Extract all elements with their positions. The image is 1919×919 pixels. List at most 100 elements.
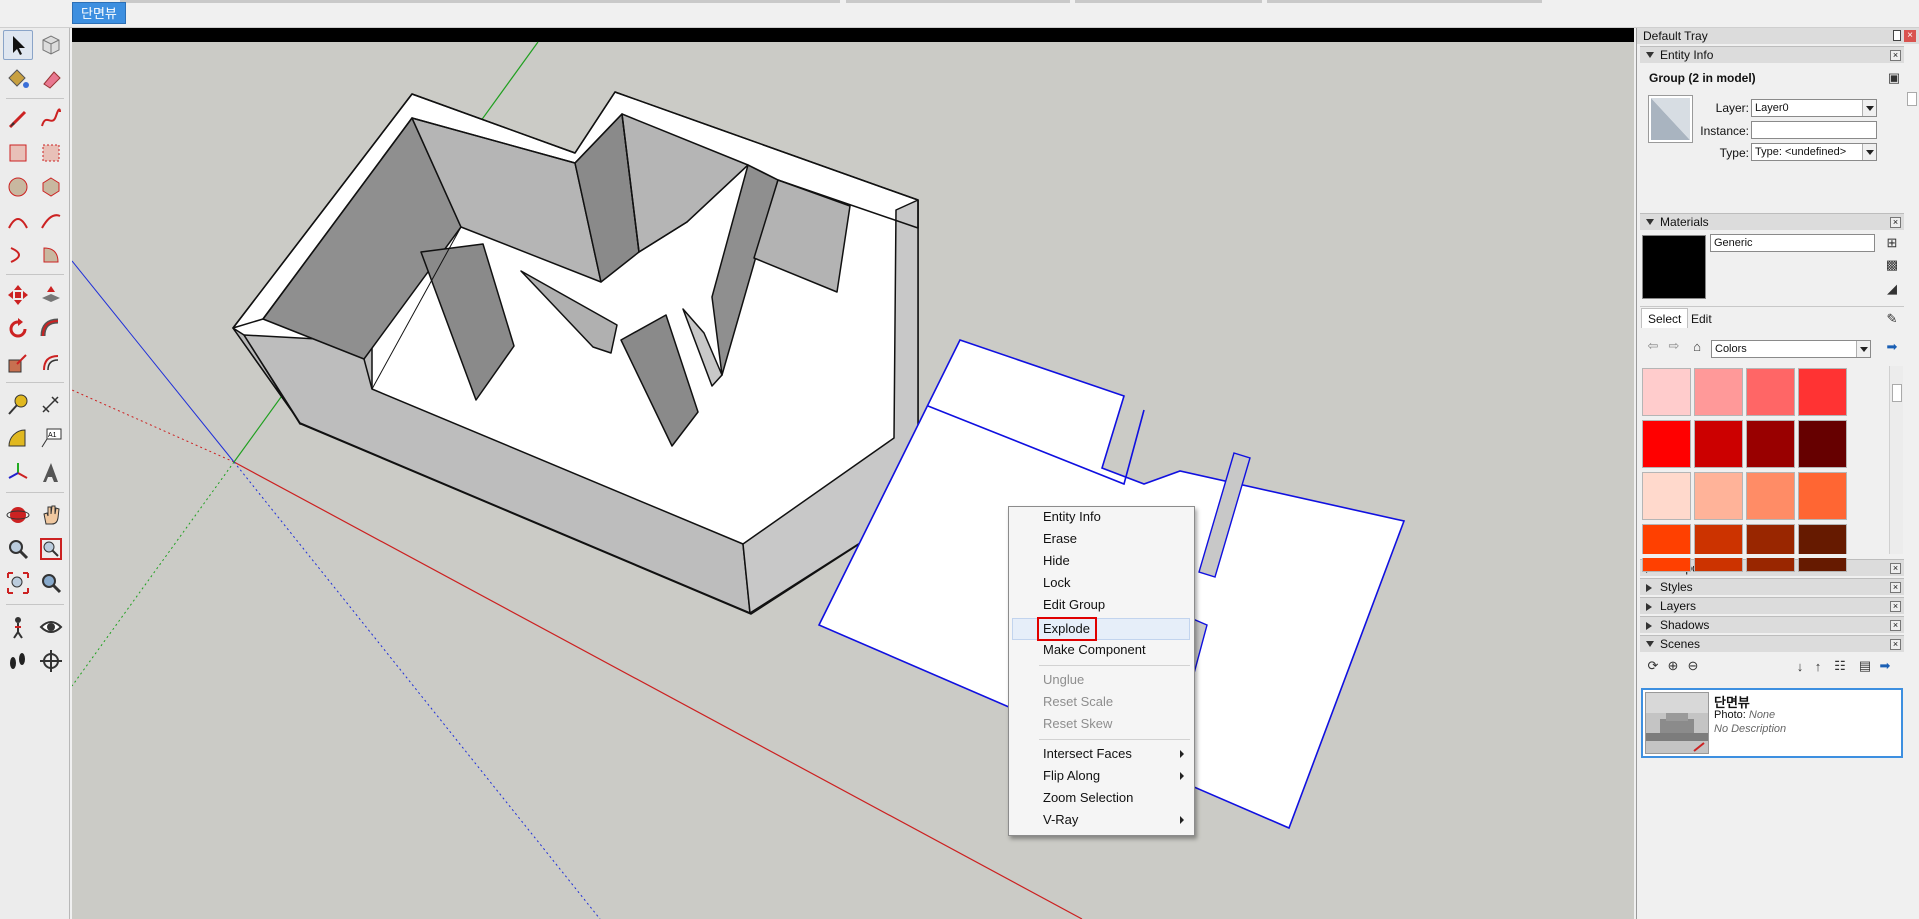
color-swatch[interactable] xyxy=(1798,420,1847,468)
panel-close-icon[interactable]: × xyxy=(1890,639,1901,650)
details-arrow-icon[interactable]: ➡ xyxy=(1877,658,1893,674)
previous-view-tool[interactable] xyxy=(36,568,66,598)
dimension-tool[interactable] xyxy=(36,390,66,420)
instance-input[interactable] xyxy=(1751,121,1877,139)
offset-tool[interactable] xyxy=(36,348,66,378)
type-select[interactable]: Type: <undefined> xyxy=(1751,143,1877,161)
follow-me-tool[interactable] xyxy=(36,314,66,344)
color-swatch[interactable] xyxy=(1746,524,1795,572)
text-tool[interactable]: A1 xyxy=(36,424,66,454)
three-d-text-tool[interactable] xyxy=(36,458,66,488)
rotated-rectangle-tool[interactable] xyxy=(36,138,66,168)
section-plane-tool[interactable] xyxy=(36,646,66,676)
view-options-icon[interactable]: ☷ xyxy=(1832,658,1848,674)
room-group-3d[interactable] xyxy=(232,91,919,615)
move-tool[interactable] xyxy=(3,280,33,310)
library-select[interactable]: Colors xyxy=(1711,340,1871,358)
home-icon[interactable]: ⌂ xyxy=(1689,338,1705,354)
color-swatch[interactable] xyxy=(1746,420,1795,468)
materials-header[interactable]: Materials × xyxy=(1640,213,1904,230)
scale-tool[interactable] xyxy=(3,348,33,378)
scrollbar-thumb[interactable] xyxy=(1907,92,1917,106)
look-around-tool[interactable] xyxy=(36,612,66,642)
rectangle-tool[interactable] xyxy=(3,138,33,168)
two-point-arc-tool[interactable] xyxy=(36,206,66,236)
eraser-tool[interactable] xyxy=(36,64,66,94)
move-scene-up-icon[interactable]: ↑ xyxy=(1810,658,1826,674)
swatch-scrollbar[interactable] xyxy=(1889,366,1903,554)
material-name-input[interactable]: Generic xyxy=(1710,234,1875,252)
panel-close-icon[interactable]: × xyxy=(1890,601,1901,612)
color-swatch[interactable] xyxy=(1642,420,1691,468)
refresh-scene-icon[interactable]: ⟳ xyxy=(1645,658,1661,674)
layer-select[interactable]: Layer0 xyxy=(1751,99,1877,117)
panel-close-icon[interactable]: × xyxy=(1890,620,1901,631)
menu-item-vray[interactable]: V-Ray xyxy=(1043,810,1078,830)
line-tool[interactable] xyxy=(3,104,33,134)
zoom-tool[interactable] xyxy=(3,534,33,564)
menu-item-lock[interactable]: Lock xyxy=(1043,573,1070,593)
paint-bucket-tool[interactable] xyxy=(3,64,33,94)
pin-icon[interactable] xyxy=(1893,30,1901,41)
back-arrow-icon[interactable]: ⇦ xyxy=(1645,338,1661,354)
panel-close-icon[interactable]: × xyxy=(1890,217,1901,228)
arc-tool[interactable] xyxy=(3,206,33,236)
tray-scrollbar[interactable] xyxy=(1905,62,1919,162)
color-swatch[interactable] xyxy=(1642,472,1691,520)
color-swatch[interactable] xyxy=(1798,472,1847,520)
menu-item-zoom-selection[interactable]: Zoom Selection xyxy=(1043,788,1133,808)
forward-arrow-icon[interactable]: ⇨ xyxy=(1666,338,1682,354)
tab-select[interactable]: Select xyxy=(1641,308,1689,328)
pie-tool[interactable] xyxy=(36,240,66,270)
add-scene-icon[interactable]: ⊕ xyxy=(1665,658,1681,674)
close-icon[interactable]: × xyxy=(1904,30,1916,42)
zoom-window-tool[interactable] xyxy=(36,534,66,564)
default-material-icon[interactable]: ◢ xyxy=(1884,281,1900,297)
layers-header[interactable]: Layers × xyxy=(1640,597,1904,614)
panel-close-icon[interactable]: × xyxy=(1890,563,1901,574)
polygon-tool[interactable] xyxy=(36,172,66,202)
scene-tab[interactable]: 단면뷰 xyxy=(72,2,126,24)
show-thumbnails-icon[interactable]: ▤ xyxy=(1857,658,1873,674)
color-swatch[interactable] xyxy=(1694,472,1743,520)
scene-item[interactable]: 단면뷰 Photo: None No Description xyxy=(1641,688,1903,758)
axes-tool[interactable] xyxy=(3,458,33,488)
modeling-viewport[interactable]: Entity Info Erase Hide Lock Edit Group E… xyxy=(72,28,1634,919)
expand-details-icon[interactable]: ▣ xyxy=(1886,70,1902,86)
rotate-tool[interactable] xyxy=(3,314,33,344)
push-pull-tool[interactable] xyxy=(36,280,66,310)
scenes-header[interactable]: Scenes × xyxy=(1640,635,1904,652)
model-canvas[interactable] xyxy=(72,28,1634,919)
pan-tool[interactable] xyxy=(36,500,66,530)
create-material-icon[interactable]: ⊞ xyxy=(1884,235,1900,251)
walk-tool[interactable] xyxy=(3,646,33,676)
menu-item-make-component[interactable]: Make Component xyxy=(1043,640,1146,660)
move-scene-down-icon[interactable]: ↓ xyxy=(1792,658,1808,674)
color-swatch[interactable] xyxy=(1746,368,1795,416)
panel-close-icon[interactable]: × xyxy=(1890,582,1901,593)
zoom-extents-tool[interactable] xyxy=(3,568,33,598)
color-swatch[interactable] xyxy=(1798,524,1847,572)
paint-bucket-icon[interactable]: ▩ xyxy=(1884,257,1900,273)
details-arrow-icon[interactable]: ➡ xyxy=(1884,339,1900,355)
entity-info-header[interactable]: Entity Info × xyxy=(1640,46,1904,63)
position-camera-tool[interactable] xyxy=(3,612,33,642)
menu-item-hide[interactable]: Hide xyxy=(1043,551,1070,571)
remove-scene-icon[interactable]: ⊖ xyxy=(1685,658,1701,674)
color-swatch[interactable] xyxy=(1746,472,1795,520)
panel-close-icon[interactable]: × xyxy=(1890,50,1901,61)
select-tool[interactable] xyxy=(3,30,33,60)
menu-item-flip-along[interactable]: Flip Along xyxy=(1043,766,1100,786)
circle-tool[interactable] xyxy=(3,172,33,202)
eyedropper-icon[interactable]: ✎ xyxy=(1884,311,1900,327)
protractor-tool[interactable] xyxy=(3,424,33,454)
color-swatch[interactable] xyxy=(1694,368,1743,416)
color-swatch[interactable] xyxy=(1694,524,1743,572)
scrollbar-thumb[interactable] xyxy=(1892,384,1902,402)
menu-item-erase[interactable]: Erase xyxy=(1043,529,1077,549)
menu-item-intersect-faces[interactable]: Intersect Faces xyxy=(1043,744,1132,764)
three-point-arc-tool[interactable] xyxy=(3,240,33,270)
menu-item-edit-group[interactable]: Edit Group xyxy=(1043,595,1105,615)
menu-item-entity-info[interactable]: Entity Info xyxy=(1043,507,1101,527)
tab-edit[interactable]: Edit xyxy=(1685,310,1718,328)
